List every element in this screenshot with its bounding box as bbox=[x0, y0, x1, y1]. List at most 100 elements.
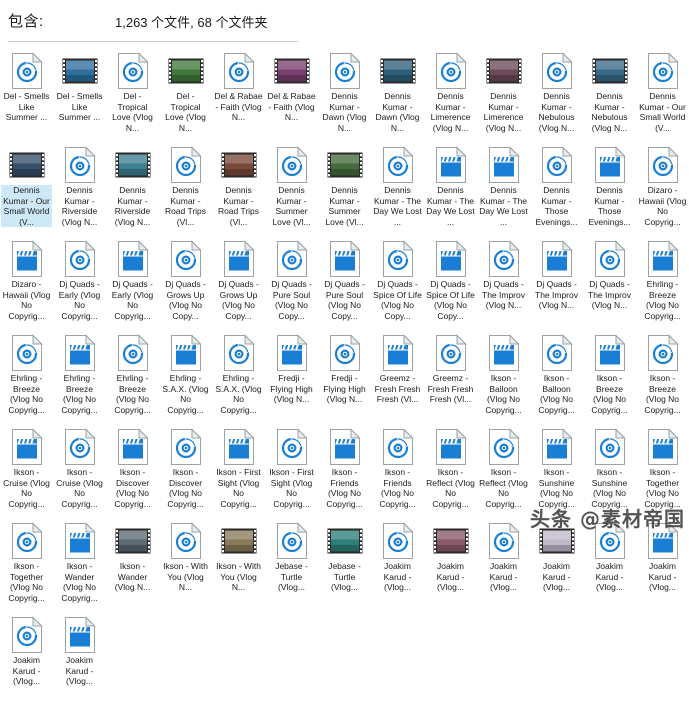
file-item[interactable]: Dennis Kumar - Those Evenings... bbox=[530, 142, 583, 236]
file-item[interactable]: Joakim Karud - (Vlog... bbox=[477, 518, 530, 612]
file-item[interactable]: Jebase - Turtle (Vlog... bbox=[265, 518, 318, 612]
file-item[interactable]: Dennis Kumar - Road Trips (Vl... bbox=[212, 142, 265, 236]
file-item[interactable]: Ehrling - Breeze (Vlog No Copyrig... bbox=[53, 330, 106, 424]
file-item[interactable]: Dj Quads - Spice Of Life (Vlog No Copy..… bbox=[371, 236, 424, 330]
file-item[interactable]: Ikson - Balloon (Vlog No Copyrig... bbox=[530, 330, 583, 424]
file-item[interactable]: Dj Quads - The Improv (Vlog N... bbox=[477, 236, 530, 330]
file-item[interactable]: Ikson - With You (Vlog N... bbox=[159, 518, 212, 612]
video-filmstrip-thumbnail-icon bbox=[113, 522, 153, 560]
file-item[interactable]: Dj Quads - The Improv (Vlog N... bbox=[583, 236, 636, 330]
file-item[interactable]: Ehrling - S.A.X. (Vlog No Copyrig... bbox=[212, 330, 265, 424]
file-item[interactable]: Ikson - Wander (Vlog No Copyrig... bbox=[53, 518, 106, 612]
file-item-label: Ehrling - S.A.X. (Vlog No Copyrig... bbox=[215, 373, 262, 415]
file-item[interactable]: Dennis Kumar - Nebulous (Vlog N... bbox=[583, 48, 636, 142]
file-item[interactable]: Ikson - Together (Vlog No Copyrig... bbox=[0, 518, 53, 612]
file-item[interactable]: Ikson - Together (Vlog No Copyrig... bbox=[636, 424, 689, 518]
file-item[interactable]: Greemz - Fresh Fresh Fresh (Vl... bbox=[424, 330, 477, 424]
file-item[interactable]: Dennis Kumar - Nebulous (Vlog N... bbox=[530, 48, 583, 142]
file-item[interactable]: Joakim Karud - (Vlog... bbox=[0, 612, 53, 706]
file-item[interactable]: Del & Rabae - Faith (Vlog N... bbox=[265, 48, 318, 142]
video-filmstrip-thumbnail-icon bbox=[62, 58, 97, 84]
file-item-label: Dennis Kumar - Limerence (Vlog N... bbox=[430, 91, 471, 133]
file-item[interactable]: Joakim Karud - (Vlog... bbox=[583, 518, 636, 612]
file-item[interactable]: Ikson - With You (Vlog N... bbox=[212, 518, 265, 612]
file-item[interactable]: Dizaro - Hawaii (Vlog No Copyrig... bbox=[636, 142, 689, 236]
file-item[interactable]: Joakim Karud - (Vlog... bbox=[636, 518, 689, 612]
file-item[interactable]: Dennis Kumar - Limerence (Vlog N... bbox=[477, 48, 530, 142]
file-item[interactable]: Dennis Kumar - Riverside (Vlog N... bbox=[106, 142, 159, 236]
file-item[interactable]: Dj Quads - Grows Up (Vlog No Copy... bbox=[159, 236, 212, 330]
file-item[interactable]: Ikson - Breeze (Vlog No Copyrig... bbox=[636, 330, 689, 424]
file-item[interactable]: Dennis Kumar - Limerence (Vlog N... bbox=[424, 48, 477, 142]
file-item[interactable]: Dennis Kumar - Riverside (Vlog N... bbox=[53, 142, 106, 236]
file-item[interactable]: Ikson - Friends (Vlog No Copyrig... bbox=[371, 424, 424, 518]
file-item[interactable]: Dennis Kumar - Road Trips (Vl... bbox=[159, 142, 212, 236]
file-item[interactable]: Del - Smells Like Summer ... bbox=[53, 48, 106, 142]
file-item[interactable]: Ehrling - Breeze (Vlog No Copyrig... bbox=[106, 330, 159, 424]
video-filmstrip-thumbnail-icon bbox=[325, 522, 365, 560]
file-item[interactable]: Dennis Kumar - Our Small World (V... bbox=[636, 48, 689, 142]
video-clapperboard-file-icon bbox=[329, 428, 361, 465]
file-item[interactable]: Dj Quads - Early (Vlog No Copyrig... bbox=[106, 236, 159, 330]
file-item[interactable]: Ikson - Cruise (Vlog No Copyrig... bbox=[0, 424, 53, 518]
audio-disc-file-icon bbox=[329, 52, 361, 89]
audio-disc-file-icon bbox=[272, 146, 312, 184]
file-item-label: Dennis Kumar - Our Small World (V... bbox=[639, 91, 686, 133]
file-item[interactable]: Ikson - Sunshine (Vlog No Copyrig... bbox=[530, 424, 583, 518]
file-item[interactable]: Ehrling - Breeze (Vlog No Copyrig... bbox=[636, 236, 689, 330]
audio-disc-file-icon bbox=[325, 334, 365, 372]
file-item[interactable]: Ikson - First Sight (Vlog No Copyrig... bbox=[212, 424, 265, 518]
file-item[interactable]: Del - Tropical Love (Vlog N... bbox=[106, 48, 159, 142]
file-item[interactable]: Dj Quads - Pure Soul (Vlog No Copy... bbox=[265, 236, 318, 330]
file-item[interactable]: Del - Tropical Love (Vlog N... bbox=[159, 48, 212, 142]
file-item[interactable]: Ikson - Discover (Vlog No Copyrig... bbox=[159, 424, 212, 518]
file-item-label: Del - Smells Like Summer ... bbox=[3, 91, 50, 122]
file-item[interactable]: Fredji - Flying High (Vlog N... bbox=[265, 330, 318, 424]
file-item[interactable]: Dj Quads - Grows Up (Vlog No Copy... bbox=[212, 236, 265, 330]
file-item[interactable]: Joakim Karud - (Vlog... bbox=[424, 518, 477, 612]
file-item-label: Dj Quads - Grows Up (Vlog No Copy... bbox=[165, 279, 206, 321]
audio-disc-file-icon bbox=[647, 334, 679, 371]
file-item[interactable]: Ehrling - S.A.X. (Vlog No Copyrig... bbox=[159, 330, 212, 424]
file-item[interactable]: Ikson - Sunshine (Vlog No Copyrig... bbox=[583, 424, 636, 518]
file-item[interactable]: Del - Smells Like Summer ... bbox=[0, 48, 53, 142]
file-item[interactable]: Joakim Karud - (Vlog... bbox=[530, 518, 583, 612]
file-item[interactable]: Dennis Kumar - Dawn (Vlog N... bbox=[318, 48, 371, 142]
file-item[interactable]: Dj Quads - The Improv (Vlog N... bbox=[530, 236, 583, 330]
file-item[interactable]: Ikson - Cruise (Vlog No Copyrig... bbox=[53, 424, 106, 518]
file-item[interactable]: Ikson - First Sight (Vlog No Copyrig... bbox=[265, 424, 318, 518]
file-item[interactable]: Ikson - Balloon (Vlog No Copyrig... bbox=[477, 330, 530, 424]
file-item[interactable]: Jebase - Turtle (Vlog... bbox=[318, 518, 371, 612]
file-item[interactable]: Ikson - Friends (Vlog No Copyrig... bbox=[318, 424, 371, 518]
file-item[interactable]: Dennis Kumar - Summer Love (Vl... bbox=[265, 142, 318, 236]
file-item[interactable]: Del & Rabae - Faith (Vlog N... bbox=[212, 48, 265, 142]
file-item[interactable]: Dennis Kumar - The Day We Lost ... bbox=[477, 142, 530, 236]
file-item[interactable]: Ehrling - Breeze (Vlog No Copyrig... bbox=[0, 330, 53, 424]
file-item-label: Greemz - Fresh Fresh Fresh (Vl... bbox=[427, 373, 474, 404]
file-item[interactable]: Greemz - Fresh Fresh Fresh (Vl... bbox=[371, 330, 424, 424]
file-item[interactable]: Ikson - Breeze (Vlog No Copyrig... bbox=[583, 330, 636, 424]
file-item[interactable]: Dennis Kumar - The Day We Lost ... bbox=[424, 142, 477, 236]
file-item[interactable]: Joakim Karud - (Vlog... bbox=[53, 612, 106, 706]
file-item[interactable]: Ikson - Discover (Vlog No Copyrig... bbox=[106, 424, 159, 518]
audio-disc-file-icon bbox=[11, 52, 43, 89]
file-item[interactable]: Fredji - Flying High (Vlog N... bbox=[318, 330, 371, 424]
file-item[interactable]: Dj Quads - Spice Of Life (Vlog No Copy..… bbox=[424, 236, 477, 330]
video-clapperboard-file-icon bbox=[329, 240, 361, 277]
audio-disc-file-icon bbox=[113, 334, 153, 372]
video-filmstrip-thumbnail-icon bbox=[431, 522, 471, 560]
video-clapperboard-file-icon bbox=[435, 240, 467, 277]
file-item[interactable]: Dennis Kumar - Dawn (Vlog N... bbox=[371, 48, 424, 142]
file-item[interactable]: Dizaro - Hawaii (Vlog No Copyrig... bbox=[0, 236, 53, 330]
file-item[interactable]: Dennis Kumar - The Day We Lost ... bbox=[371, 142, 424, 236]
file-item[interactable]: Joakim Karud - (Vlog... bbox=[371, 518, 424, 612]
file-item[interactable]: Ikson - Wander (Vlog N... bbox=[106, 518, 159, 612]
file-item[interactable]: Ikson - Reflect (Vlog No Copyrig... bbox=[477, 424, 530, 518]
file-item-selected[interactable]: Dennis Kumar - Our Small World (V... bbox=[0, 142, 53, 236]
file-item[interactable]: Dj Quads - Early (Vlog No Copyrig... bbox=[53, 236, 106, 330]
file-item[interactable]: Dj Quads - Pure Soul (Vlog No Copy... bbox=[318, 236, 371, 330]
file-item[interactable]: Dennis Kumar - Those Evenings... bbox=[583, 142, 636, 236]
file-item[interactable]: Dennis Kumar - Summer Love (Vl... bbox=[318, 142, 371, 236]
file-item[interactable]: Ikson - Reflect (Vlog No Copyrig... bbox=[424, 424, 477, 518]
audio-disc-file-icon bbox=[166, 146, 206, 184]
